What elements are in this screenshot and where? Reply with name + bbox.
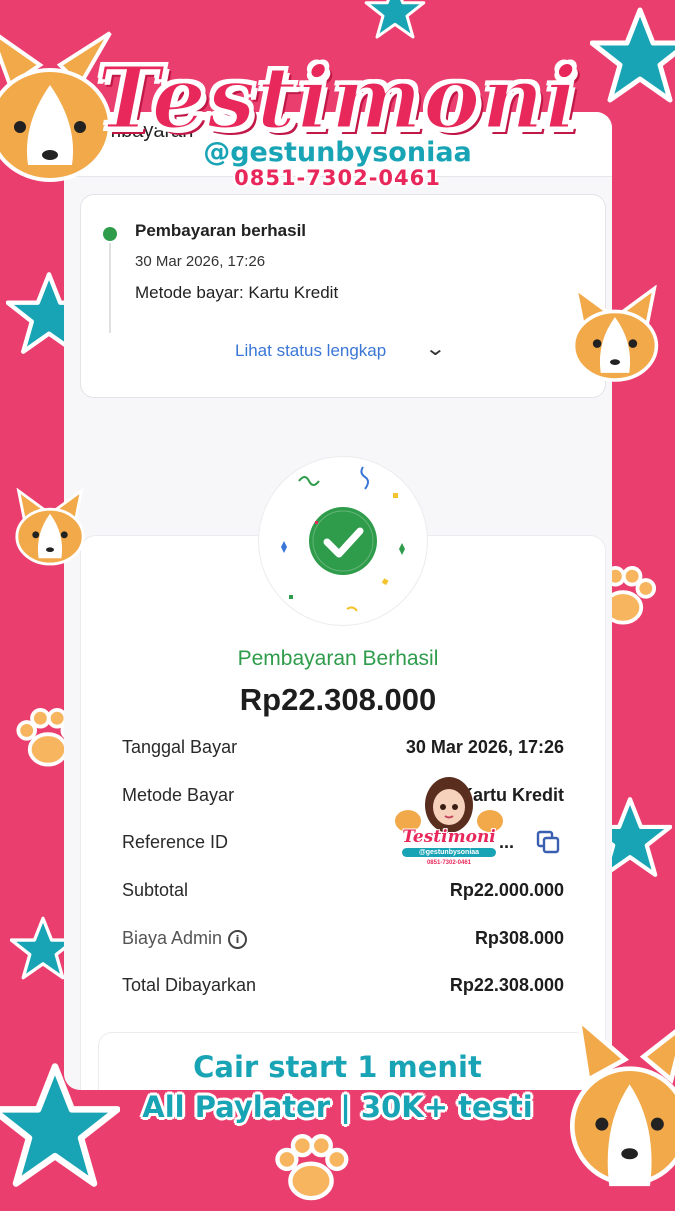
corgi-icon bbox=[565, 285, 665, 385]
row-value-payment-date: 30 Mar 2026, 17:26 bbox=[406, 737, 564, 758]
badge-title: Testimoni bbox=[392, 827, 506, 847]
avatar bbox=[392, 775, 506, 835]
promo-line-2: All Paylater | 30K+ testi bbox=[0, 1090, 675, 1124]
row-label-subtotal: Subtotal bbox=[122, 880, 188, 901]
status-time: 30 Mar 2026, 17:26 bbox=[135, 253, 265, 270]
status-title: Pembayaran berhasil bbox=[135, 221, 306, 241]
row-label-total-paid: Total Dibayarkan bbox=[122, 975, 256, 996]
copy-icon[interactable] bbox=[536, 830, 560, 854]
row-value-subtotal: Rp22.000.000 bbox=[450, 880, 564, 901]
payment-status-card: Pembayaran berhasil 30 Mar 2026, 17:26 M… bbox=[80, 194, 606, 398]
row-label-payment-method: Metode Bayar bbox=[122, 785, 234, 806]
status-dot bbox=[103, 227, 117, 241]
paw-icon bbox=[268, 1125, 354, 1211]
row-value-total-paid: Rp22.308.000 bbox=[450, 975, 564, 996]
success-label: Pembayaran Berhasil bbox=[64, 647, 612, 671]
row-label-payment-date: Tanggal Bayar bbox=[122, 737, 237, 758]
row-label-admin-fee: Biaya Admin i bbox=[122, 928, 247, 949]
row-value-admin-fee: Rp308.000 bbox=[475, 928, 564, 949]
row-label-reference-id: Reference ID bbox=[122, 832, 228, 853]
brand-handle: @gestunbysoniaa bbox=[0, 137, 675, 168]
badge-phone: 0851-7302-0461 bbox=[392, 860, 506, 866]
badge-handle: @gestunbysoniaa bbox=[402, 848, 496, 857]
check-circle-icon bbox=[259, 457, 427, 625]
watermark-badge: Testimoni @gestunbysoniaa 0851-7302-0461 bbox=[392, 775, 506, 873]
total-amount: Rp22.308.000 bbox=[64, 682, 612, 718]
brand-title: Testimoni bbox=[0, 48, 675, 149]
info-icon[interactable]: i bbox=[228, 930, 247, 949]
star-icon bbox=[355, 0, 435, 40]
admin-fee-label: Biaya Admin bbox=[122, 928, 222, 948]
brand-phone: 0851-7302-0461 bbox=[0, 166, 675, 190]
corgi-icon bbox=[10, 488, 90, 568]
promo-line-1: Cair start 1 menit bbox=[0, 1050, 675, 1084]
chevron-down-icon[interactable]: ⌄ bbox=[424, 336, 446, 361]
status-method: Metode bayar: Kartu Kredit bbox=[135, 283, 338, 303]
timeline-line bbox=[109, 243, 111, 333]
phone-screen: Pembayaran Pembayaran berhasil 30 Mar 20… bbox=[64, 112, 612, 1090]
view-full-status-link[interactable]: Lihat status lengkap bbox=[235, 341, 386, 361]
success-badge bbox=[258, 456, 428, 626]
